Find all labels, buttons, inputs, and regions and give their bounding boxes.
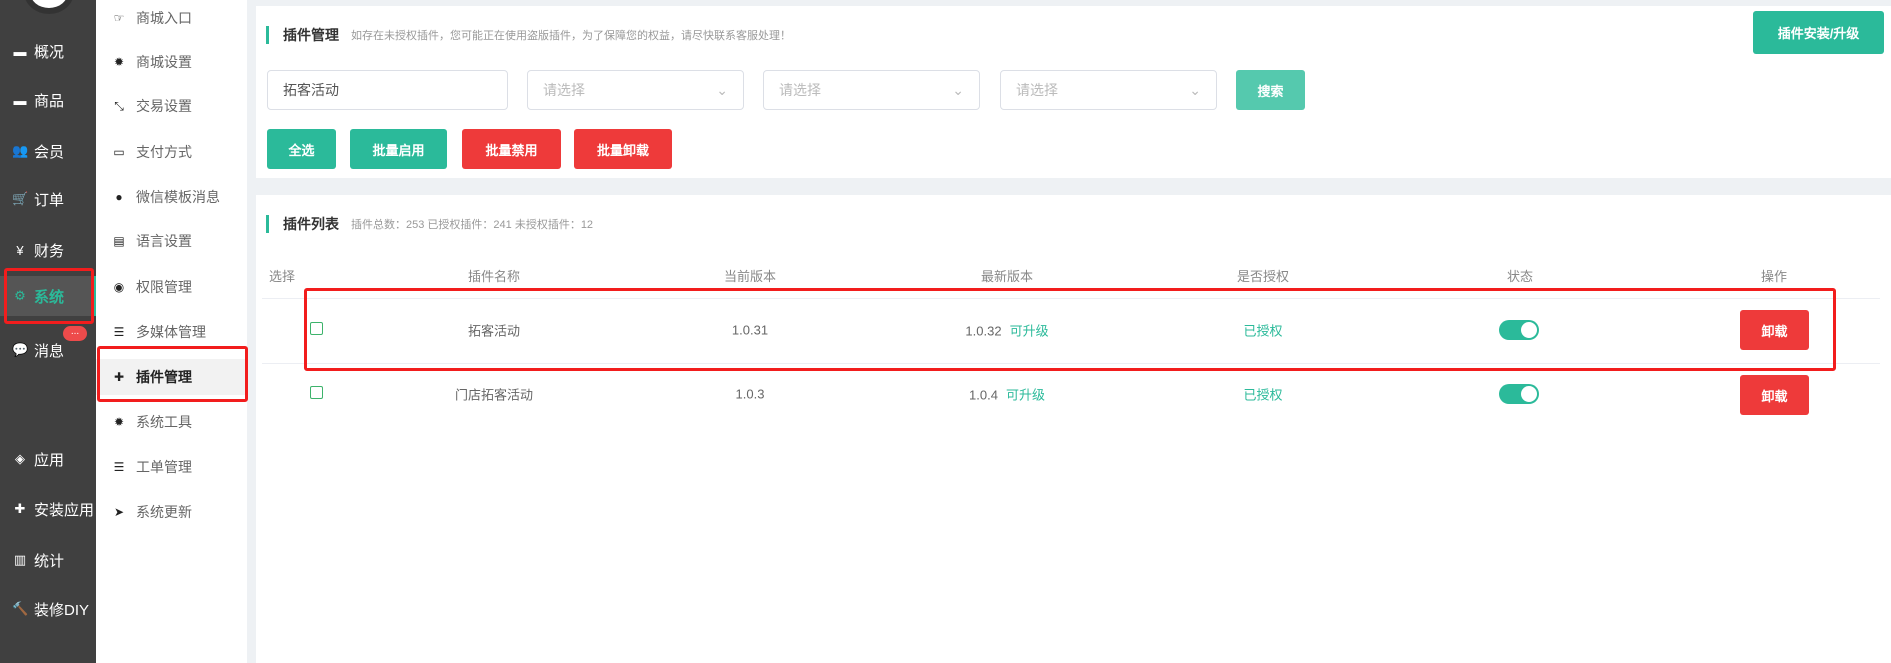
- sidebar-item-overview[interactable]: ▬ 概况: [0, 31, 96, 71]
- compress-icon: ⤡: [114, 98, 124, 113]
- chevron-down-icon: ⌄: [716, 81, 728, 98]
- map-icon: ▤: [113, 234, 125, 248]
- auth-status: 已授权: [1243, 387, 1283, 403]
- paper-plane-icon: ➤: [113, 505, 125, 519]
- gavel-icon: 🔨: [12, 601, 29, 616]
- submenu-item-trade-settings[interactable]: ⤡ 交易设置: [96, 88, 247, 124]
- bar-chart-icon: ▥: [13, 552, 27, 567]
- upgrade-link[interactable]: 可升级: [1010, 324, 1049, 339]
- list-icon: ☰: [113, 460, 125, 474]
- gears-icon: ⚙: [14, 288, 26, 303]
- submenu-item-system-update[interactable]: ➤ 系统更新: [96, 494, 247, 530]
- cubes-icon: ◈: [15, 451, 25, 466]
- sidebar-item-apps[interactable]: ◈ 应用: [0, 439, 96, 479]
- keyword-input[interactable]: 拓客活动: [267, 70, 508, 110]
- uninstall-button[interactable]: 卸载: [1740, 375, 1809, 415]
- column-header-actions: 操作: [1760, 269, 1788, 284]
- filter-select-1[interactable]: 请选择 ⌄: [527, 70, 744, 110]
- hand-right-icon: ☞: [113, 11, 125, 25]
- chevron-down-icon: ⌄: [952, 81, 964, 98]
- yen-icon: ¥: [16, 242, 24, 258]
- batch-enable-button[interactable]: 批量启用: [350, 129, 447, 169]
- sidebar-item-orders[interactable]: 🛒 订单: [0, 179, 96, 219]
- notice-text: 如存在未授权插件，您可能正在使用盗版插件，为了保障您的权益，请尽快联系客服处理！: [351, 30, 791, 42]
- users-icon: 👥: [12, 143, 29, 158]
- archive-icon: ▬: [13, 92, 27, 108]
- credit-card-icon: ▭: [113, 145, 125, 159]
- submenu-item-permissions[interactable]: ◉ 权限管理: [96, 269, 247, 305]
- submenu-item-language[interactable]: ▤ 语言设置: [96, 223, 247, 259]
- submenu-item-mall-entry[interactable]: ☞ 商城入口: [96, 0, 247, 36]
- wechat-icon: ●: [115, 190, 123, 204]
- column-header-status: 状态: [1506, 269, 1534, 284]
- list-summary: 插件总数：253 已授权插件：241 未授权插件：12: [351, 219, 594, 231]
- submenu-item-payment[interactable]: ▭ 支付方式: [96, 134, 247, 170]
- plugin-name: 拓客活动: [467, 323, 521, 339]
- avatar[interactable]: [24, 0, 74, 14]
- plugin-name: 门店拓客活动: [454, 387, 534, 403]
- puzzle-icon: ✚: [14, 501, 26, 516]
- sidebar-item-install-apps[interactable]: ✚ 安装应用: [0, 489, 96, 529]
- sidebar-item-system[interactable]: ⚙ 系统: [0, 276, 96, 316]
- status-toggle[interactable]: [1499, 320, 1539, 340]
- comment-icon: 💬: [12, 342, 29, 357]
- status-toggle[interactable]: [1499, 384, 1539, 404]
- sidebar-item-members[interactable]: 👥 会员: [0, 131, 96, 171]
- gear-icon: ✹: [113, 415, 125, 429]
- filter-select-3[interactable]: 请选择 ⌄: [1000, 70, 1217, 110]
- row-checkbox[interactable]: [310, 322, 323, 335]
- row-divider: [262, 363, 1880, 364]
- batch-disable-button[interactable]: 批量禁用: [462, 129, 561, 169]
- submenu-item-media[interactable]: ☰ 多媒体管理: [96, 314, 247, 350]
- gamepad-icon: ◉: [113, 280, 125, 294]
- message-badge: ...: [63, 326, 87, 341]
- select-all-button[interactable]: 全选: [267, 129, 336, 169]
- row-divider: [262, 298, 1880, 299]
- column-header-select: 选择: [268, 269, 296, 284]
- puzzle-icon: ✚: [113, 370, 125, 384]
- submenu-item-system-tools[interactable]: ✹ 系统工具: [96, 404, 247, 440]
- auth-status: 已授权: [1243, 323, 1283, 339]
- install-upgrade-button[interactable]: 插件安装/升级: [1753, 11, 1884, 54]
- current-version: 1.0.31: [731, 322, 769, 338]
- section-title: 插件管理 如存在未授权插件，您可能正在使用盗版插件，为了保障您的权益，请尽快联系客…: [266, 26, 791, 44]
- column-header-authorized: 是否授权: [1236, 269, 1290, 284]
- submenu-item-wechat-template[interactable]: ● 微信模板消息: [96, 179, 247, 215]
- sidebar-item-finance[interactable]: ¥ 财务: [0, 230, 96, 270]
- batch-uninstall-button[interactable]: 批量卸载: [574, 129, 672, 169]
- column-header-latest-version: 最新版本: [980, 269, 1034, 284]
- cart-icon: 🛒: [12, 191, 29, 206]
- archive-icon: ▬: [13, 43, 27, 59]
- latest-version: 1.0.4 可升级: [969, 387, 1045, 403]
- column-header-current-version: 当前版本: [723, 269, 777, 284]
- upgrade-link[interactable]: 可升级: [1006, 388, 1045, 403]
- submenu-item-plugins[interactable]: ✚ 插件管理: [96, 359, 247, 395]
- sidebar-item-statistics[interactable]: ▥ 统计: [0, 540, 96, 580]
- gear-icon: ✹: [113, 55, 125, 69]
- chevron-down-icon: ⌄: [1189, 81, 1201, 98]
- submenu-item-mall-settings[interactable]: ✹ 商城设置: [96, 44, 247, 80]
- submenu: ☞ 商城入口 ✹ 商城设置 ⤡ 交易设置 ▭ 支付方式 ● 微信模板消息 ▤ 语言设置 ◉ 权…: [96, 0, 247, 663]
- current-version: 1.0.3: [735, 386, 765, 402]
- row-checkbox[interactable]: [310, 386, 323, 399]
- list-title: 插件列表 插件总数：253 已授权插件：241 未授权插件：12: [266, 215, 593, 233]
- list-icon: ☰: [113, 325, 125, 339]
- search-button[interactable]: 搜索: [1236, 70, 1305, 110]
- latest-version: 1.0.32 可升级: [965, 323, 1049, 339]
- main-sidebar: ▬ 概况 ▬ 商品 👥 会员 🛒 订单 ¥ 财务 ⚙ 系统 💬 消息 ... ◈ 应用 ✚ 安装应…: [0, 0, 96, 663]
- submenu-item-tickets[interactable]: ☰ 工单管理: [96, 449, 247, 485]
- column-header-name: 插件名称: [467, 269, 521, 284]
- uninstall-button[interactable]: 卸载: [1740, 310, 1809, 350]
- filter-select-2[interactable]: 请选择 ⌄: [763, 70, 980, 110]
- sidebar-item-diy[interactable]: 🔨 装修DIY: [0, 589, 96, 629]
- sidebar-item-goods[interactable]: ▬ 商品: [0, 80, 96, 120]
